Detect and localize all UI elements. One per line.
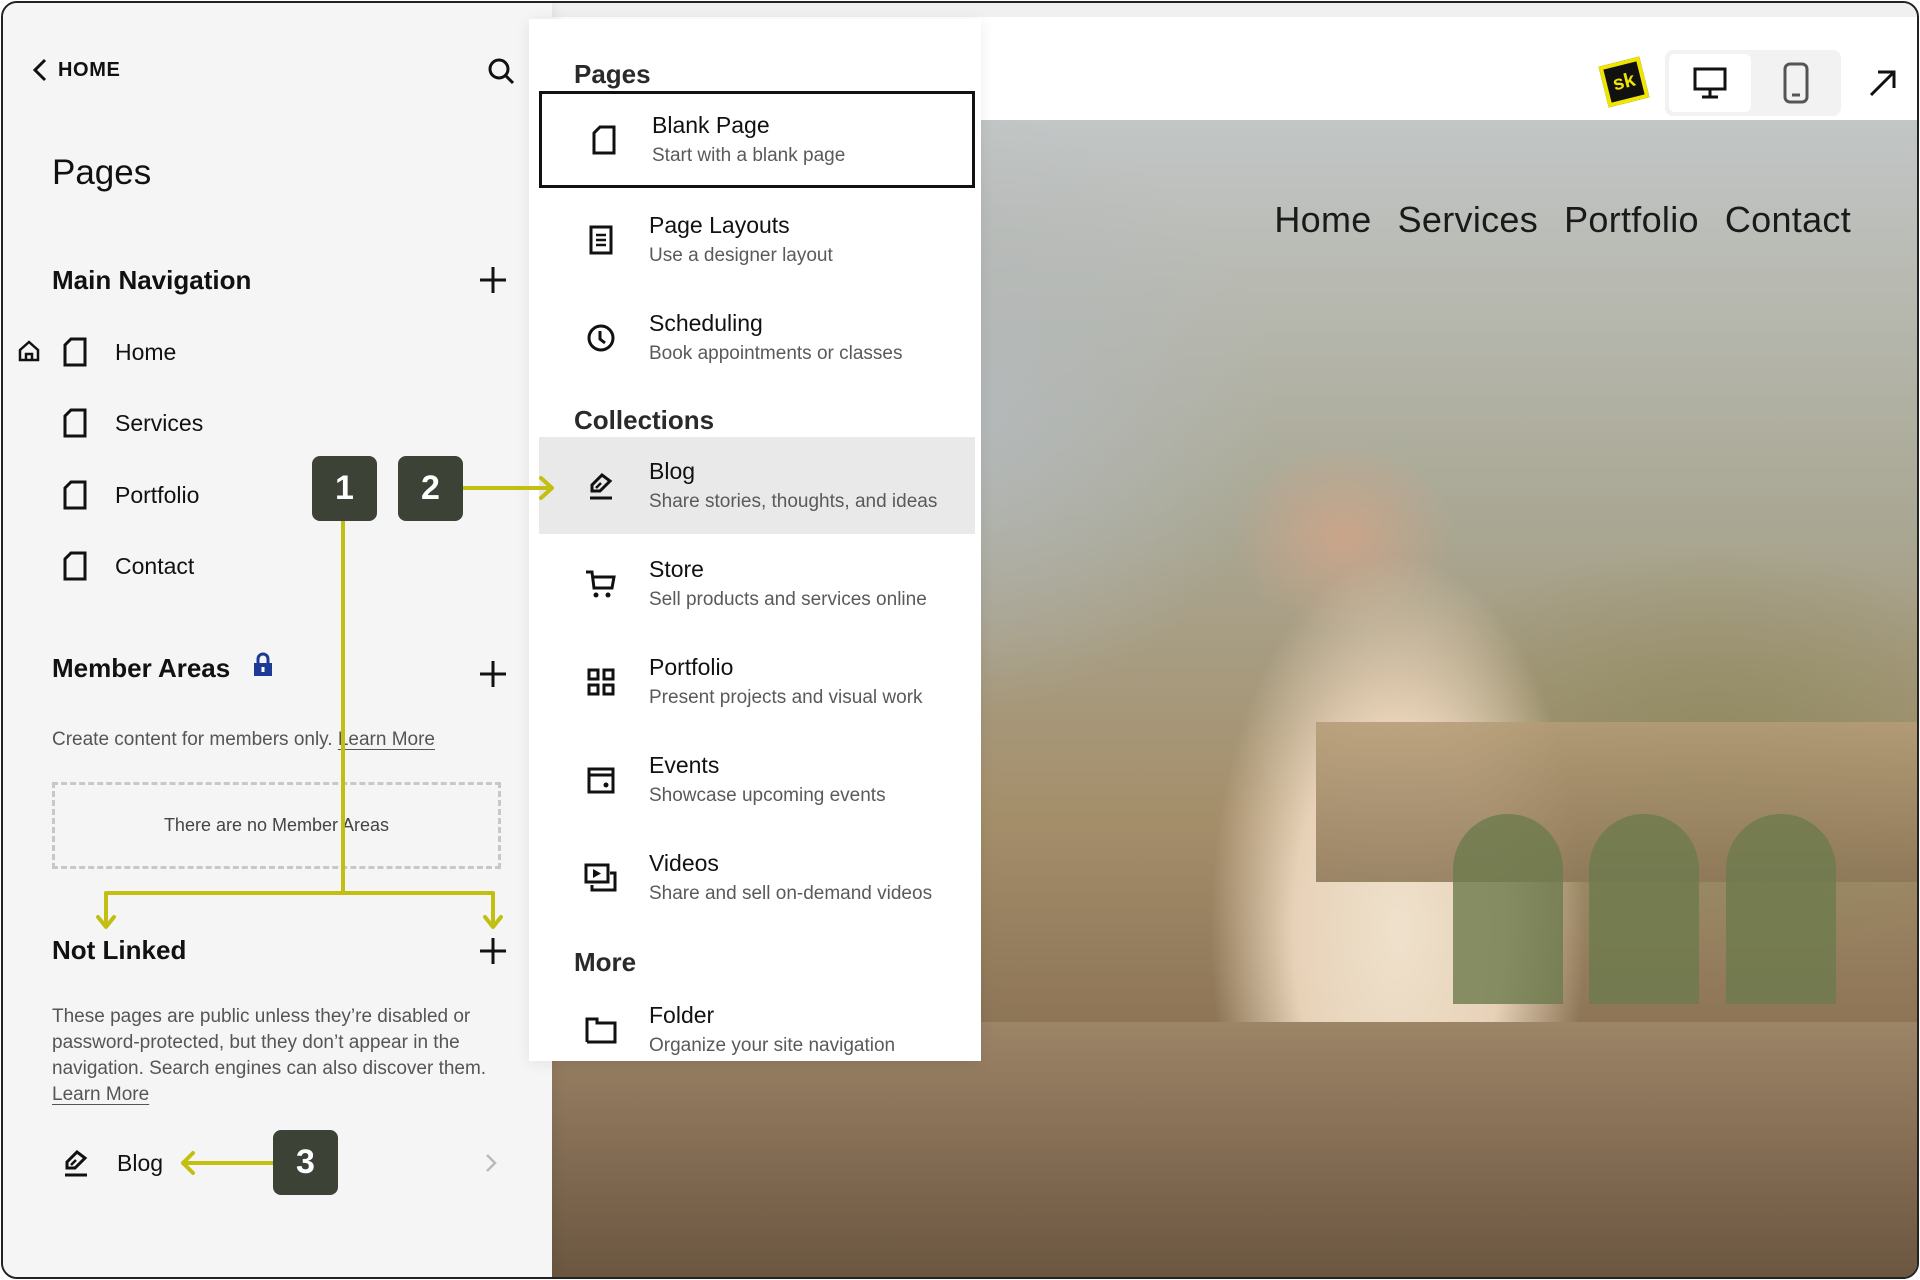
chevron-left-icon xyxy=(32,58,47,82)
page-title: Pages xyxy=(52,153,152,192)
video-icon xyxy=(584,863,617,891)
arch-shape xyxy=(1589,814,1700,1005)
member-areas-empty-state: There are no Member Areas xyxy=(52,782,501,869)
empty-state-text: There are no Member Areas xyxy=(163,815,390,835)
nav-item-home[interactable]: Home xyxy=(63,332,176,372)
menu-item-subtitle: Showcase upcoming events xyxy=(649,785,886,806)
site-nav-contact[interactable]: Contact xyxy=(1725,199,1851,241)
site-nav-portfolio[interactable]: Portfolio xyxy=(1564,199,1699,241)
calendar-icon xyxy=(587,767,615,793)
menu-item-subtitle: Use a designer layout xyxy=(649,245,833,266)
page-icon xyxy=(63,480,87,510)
menu-item-videos[interactable]: Videos Share and sell on-demand videos xyxy=(539,829,975,926)
nav-item-label: Contact xyxy=(115,552,195,579)
annotation-badge-3: 3 xyxy=(273,1130,338,1195)
lock-icon xyxy=(254,652,272,676)
menu-item-scheduling[interactable]: Scheduling Book appointments or classes xyxy=(539,289,975,386)
nav-item-label: Portfolio xyxy=(115,481,200,508)
menu-heading-pages: Pages xyxy=(574,59,651,89)
nav-item-label: Home xyxy=(115,338,177,365)
menu-item-blank-page[interactable]: Blank Page Start with a blank page xyxy=(539,91,975,188)
menu-item-title: Blog xyxy=(649,458,696,484)
search-icon[interactable] xyxy=(485,55,517,87)
menu-heading-collections: Collections xyxy=(574,405,715,435)
desktop-view-button[interactable] xyxy=(1669,54,1751,112)
menu-item-store[interactable]: Store Sell products and services online xyxy=(539,535,975,632)
folder-icon xyxy=(585,1017,617,1043)
menu-item-events[interactable]: Events Showcase upcoming events xyxy=(539,731,975,828)
add-page-menu: Pages Blank Page Start with a blank page … xyxy=(529,19,981,1061)
arch-shape xyxy=(1452,814,1563,1005)
menu-item-title: Videos xyxy=(649,850,719,876)
homepage-icon xyxy=(18,340,40,362)
main-navigation-heading: Main Navigation xyxy=(52,265,252,295)
page-icon xyxy=(63,337,87,367)
page-icon xyxy=(63,551,87,581)
menu-item-title: Portfolio xyxy=(649,654,734,680)
menu-item-subtitle: Sell products and services online xyxy=(649,589,927,610)
menu-item-blog[interactable]: Blog Share stories, thoughts, and ideas xyxy=(539,437,975,534)
site-navigation: Home Services Portfolio Contact xyxy=(1274,199,1851,241)
not-linked-learn-more-link[interactable]: Learn More xyxy=(52,1084,149,1105)
back-home-link[interactable]: HOME xyxy=(32,58,120,82)
mobile-icon xyxy=(1783,62,1809,104)
menu-item-page-layouts[interactable]: Page Layouts Use a designer layout xyxy=(539,191,975,288)
site-nav-home[interactable]: Home xyxy=(1274,199,1371,241)
not-linked-heading: Not Linked xyxy=(52,935,187,965)
layout-icon xyxy=(589,225,613,254)
add-member-area-button[interactable] xyxy=(477,658,509,690)
page-icon xyxy=(63,408,87,438)
menu-heading-more: More xyxy=(574,947,637,977)
not-linked-text: These pages are public unless they’re di… xyxy=(52,1006,487,1079)
menu-item-title: Store xyxy=(649,556,704,582)
member-areas-heading: Member Areas xyxy=(52,653,231,683)
menu-item-title: Events xyxy=(649,752,720,778)
arrow-up-right-icon xyxy=(1869,70,1896,97)
menu-item-subtitle: Share stories, thoughts, and ideas xyxy=(649,491,938,512)
cart-icon xyxy=(586,570,616,597)
sk-logo: sk xyxy=(1598,56,1650,108)
desktop-icon xyxy=(1693,67,1727,99)
menu-item-title: Page Layouts xyxy=(649,212,790,238)
menu-item-portfolio[interactable]: Portfolio Present projects and visual wor… xyxy=(539,633,975,730)
page-icon xyxy=(592,125,616,154)
menu-item-title: Blank Page xyxy=(652,112,770,138)
app-window: Home Services Portfolio Contact sk HOME … xyxy=(1,1,1919,1279)
menu-item-subtitle: Present projects and visual work xyxy=(649,687,923,708)
clock-icon xyxy=(587,324,615,351)
pen-icon xyxy=(65,1150,88,1177)
annotation-badge-2: 2 xyxy=(398,456,463,521)
add-main-nav-page-button[interactable] xyxy=(477,264,509,296)
chevron-right-icon xyxy=(486,1154,497,1172)
not-linked-item-label: Blog xyxy=(117,1149,164,1176)
mobile-view-button[interactable] xyxy=(1755,54,1837,112)
menu-item-folder[interactable]: Folder Organize your site navigation xyxy=(539,981,975,1061)
menu-item-title: Folder xyxy=(649,1002,715,1028)
annotation-badge-1: 1 xyxy=(312,456,377,521)
member-areas-description: Create content for members only. Learn M… xyxy=(52,727,435,753)
member-areas-text: Create content for members only. xyxy=(52,729,333,750)
pages-sidebar: HOME Pages Main Navigation Home Services… xyxy=(3,3,552,1277)
menu-item-subtitle: Organize your site navigation xyxy=(649,1035,896,1056)
menu-item-subtitle: Share and sell on-demand videos xyxy=(649,883,933,904)
site-nav-services[interactable]: Services xyxy=(1398,199,1538,241)
nav-item-services[interactable]: Services xyxy=(63,403,203,443)
nav-item-contact[interactable]: Contact xyxy=(63,546,194,586)
device-toggle xyxy=(1665,50,1841,116)
open-site-button[interactable] xyxy=(1861,61,1905,105)
add-not-linked-page-button[interactable] xyxy=(477,935,509,967)
menu-item-subtitle: Book appointments or classes xyxy=(649,343,903,364)
menu-item-subtitle: Start with a blank page xyxy=(652,145,846,166)
nav-item-label: Services xyxy=(115,409,204,436)
member-areas-learn-more-link[interactable]: Learn More xyxy=(338,729,435,750)
back-home-label: HOME xyxy=(58,58,121,81)
arch-shape xyxy=(1725,814,1836,1005)
grid-icon xyxy=(587,668,615,695)
pen-icon xyxy=(590,472,613,499)
menu-item-title: Scheduling xyxy=(649,310,763,336)
not-linked-description: These pages are public unless they’re di… xyxy=(52,1004,522,1108)
nav-item-portfolio[interactable]: Portfolio xyxy=(63,475,199,515)
